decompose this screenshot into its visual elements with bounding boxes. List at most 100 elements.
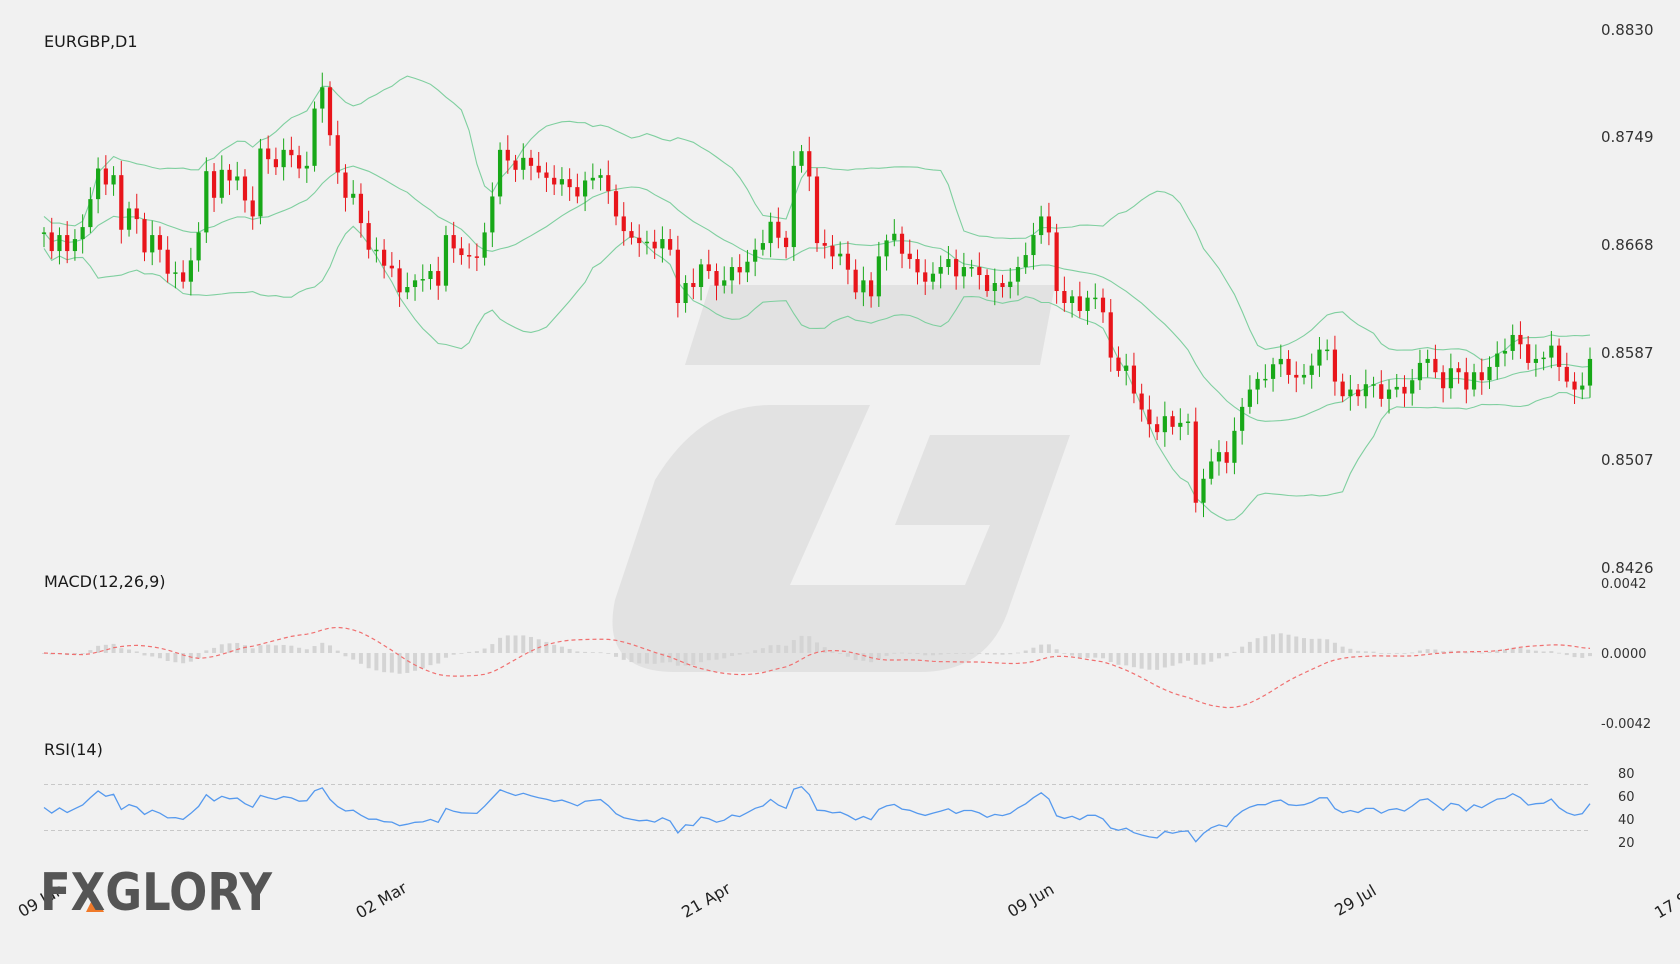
candle-body bbox=[513, 160, 518, 170]
macd-hist-bar bbox=[1193, 653, 1198, 665]
macd-hist-bar bbox=[567, 648, 572, 653]
candle bbox=[72, 229, 78, 261]
candle bbox=[1371, 376, 1376, 398]
date-tick-label: 17 Sep bbox=[1651, 878, 1680, 922]
macd-hist-bar bbox=[1533, 650, 1538, 653]
macd-hist-bar bbox=[80, 653, 85, 654]
macd-hist-bar bbox=[1572, 653, 1577, 658]
macd-hist-bar bbox=[443, 653, 448, 658]
candle bbox=[1464, 357, 1469, 404]
candle-body bbox=[1371, 384, 1376, 386]
candle-body bbox=[869, 280, 874, 297]
candle-body bbox=[1533, 358, 1538, 363]
candle bbox=[103, 155, 108, 196]
candle-body bbox=[876, 256, 881, 297]
candle-body bbox=[1464, 372, 1469, 390]
candle bbox=[977, 252, 982, 290]
candle bbox=[1533, 344, 1538, 377]
candle bbox=[753, 238, 758, 277]
candle bbox=[289, 136, 294, 168]
candle bbox=[273, 147, 278, 175]
candle-body bbox=[320, 87, 325, 109]
candle bbox=[776, 207, 781, 249]
macd-hist-bar bbox=[289, 645, 294, 653]
candle bbox=[1417, 349, 1423, 390]
macd-hist-bar bbox=[1301, 638, 1306, 653]
macd-hist-bar bbox=[691, 653, 696, 666]
candle-body bbox=[1294, 374, 1299, 378]
candle-body bbox=[204, 171, 209, 233]
macd-hist-bar bbox=[474, 651, 479, 653]
candle-body bbox=[536, 165, 541, 173]
candle bbox=[142, 212, 147, 262]
candle bbox=[613, 184, 619, 226]
candle bbox=[57, 227, 62, 265]
macd-hist-bar bbox=[1325, 639, 1330, 653]
candle bbox=[1325, 339, 1330, 361]
macd-hist-bar bbox=[575, 651, 580, 653]
candle-body bbox=[1549, 345, 1554, 358]
candle-body bbox=[165, 249, 170, 274]
macd-hist-bar bbox=[729, 653, 734, 657]
macd-hist-bar bbox=[1101, 653, 1106, 659]
macd-hist-bar bbox=[1000, 653, 1005, 655]
candle-body bbox=[1124, 365, 1129, 371]
macd-axis: 0.0042 0.0000 -0.0042 bbox=[1601, 577, 1651, 732]
candle-body bbox=[1185, 421, 1191, 424]
candle-body bbox=[459, 248, 464, 256]
candle bbox=[521, 143, 526, 180]
macd-tick-label: 0.0042 bbox=[1601, 577, 1647, 592]
candle-body bbox=[621, 216, 626, 232]
candle bbox=[41, 227, 47, 248]
candle bbox=[830, 235, 835, 270]
candle bbox=[760, 229, 765, 256]
macd-hist-bar bbox=[590, 652, 595, 653]
rsi-levels bbox=[44, 784, 1590, 831]
macd-hist-bar bbox=[212, 647, 217, 653]
macd-hist-bar bbox=[536, 639, 541, 653]
macd-hist-bar bbox=[1472, 652, 1477, 653]
candle-body bbox=[552, 177, 557, 185]
candle bbox=[799, 144, 804, 173]
candle-body bbox=[57, 235, 62, 252]
macd-hist-bar bbox=[706, 653, 711, 661]
rsi-line bbox=[43, 785, 1591, 843]
macd-hist-bar bbox=[838, 653, 843, 654]
candle-body bbox=[227, 169, 232, 181]
candle bbox=[436, 256, 441, 300]
candle bbox=[1193, 407, 1198, 513]
candle-body bbox=[1356, 389, 1361, 397]
candle bbox=[366, 210, 371, 259]
candle-body bbox=[923, 272, 928, 282]
macd-hist-bar bbox=[1549, 651, 1554, 653]
macd-hist-bar bbox=[374, 653, 379, 671]
macd-hist-bar bbox=[768, 645, 773, 653]
macd-hist-bar bbox=[861, 653, 866, 661]
macd-hist-bar bbox=[1356, 650, 1361, 653]
macd-hist-bar bbox=[815, 642, 819, 653]
candle bbox=[389, 252, 394, 278]
candle bbox=[211, 163, 217, 212]
candle-body bbox=[1100, 297, 1106, 313]
macd-hist-bar bbox=[366, 653, 371, 669]
candle-body bbox=[1255, 378, 1260, 390]
candle bbox=[1518, 321, 1523, 359]
candle-body bbox=[1456, 368, 1461, 373]
macd-hist-bar bbox=[413, 653, 418, 671]
candle-body bbox=[1031, 235, 1036, 256]
candle bbox=[119, 160, 124, 244]
macd-hist-bar bbox=[799, 635, 804, 653]
macd-hist-bar bbox=[1232, 651, 1237, 653]
candle-body bbox=[1046, 216, 1051, 233]
candle bbox=[915, 249, 920, 285]
macd-hist-bar bbox=[1155, 653, 1160, 670]
candle-body bbox=[1247, 389, 1252, 407]
candle bbox=[621, 202, 626, 246]
candle-body bbox=[1340, 381, 1345, 397]
candle bbox=[838, 241, 843, 266]
price-tick-label: 0.8668 bbox=[1601, 236, 1654, 254]
macd-hist-bar bbox=[250, 648, 255, 653]
macd-hist-bar bbox=[1039, 644, 1044, 653]
candle bbox=[822, 229, 827, 259]
candle-body bbox=[1155, 424, 1160, 433]
